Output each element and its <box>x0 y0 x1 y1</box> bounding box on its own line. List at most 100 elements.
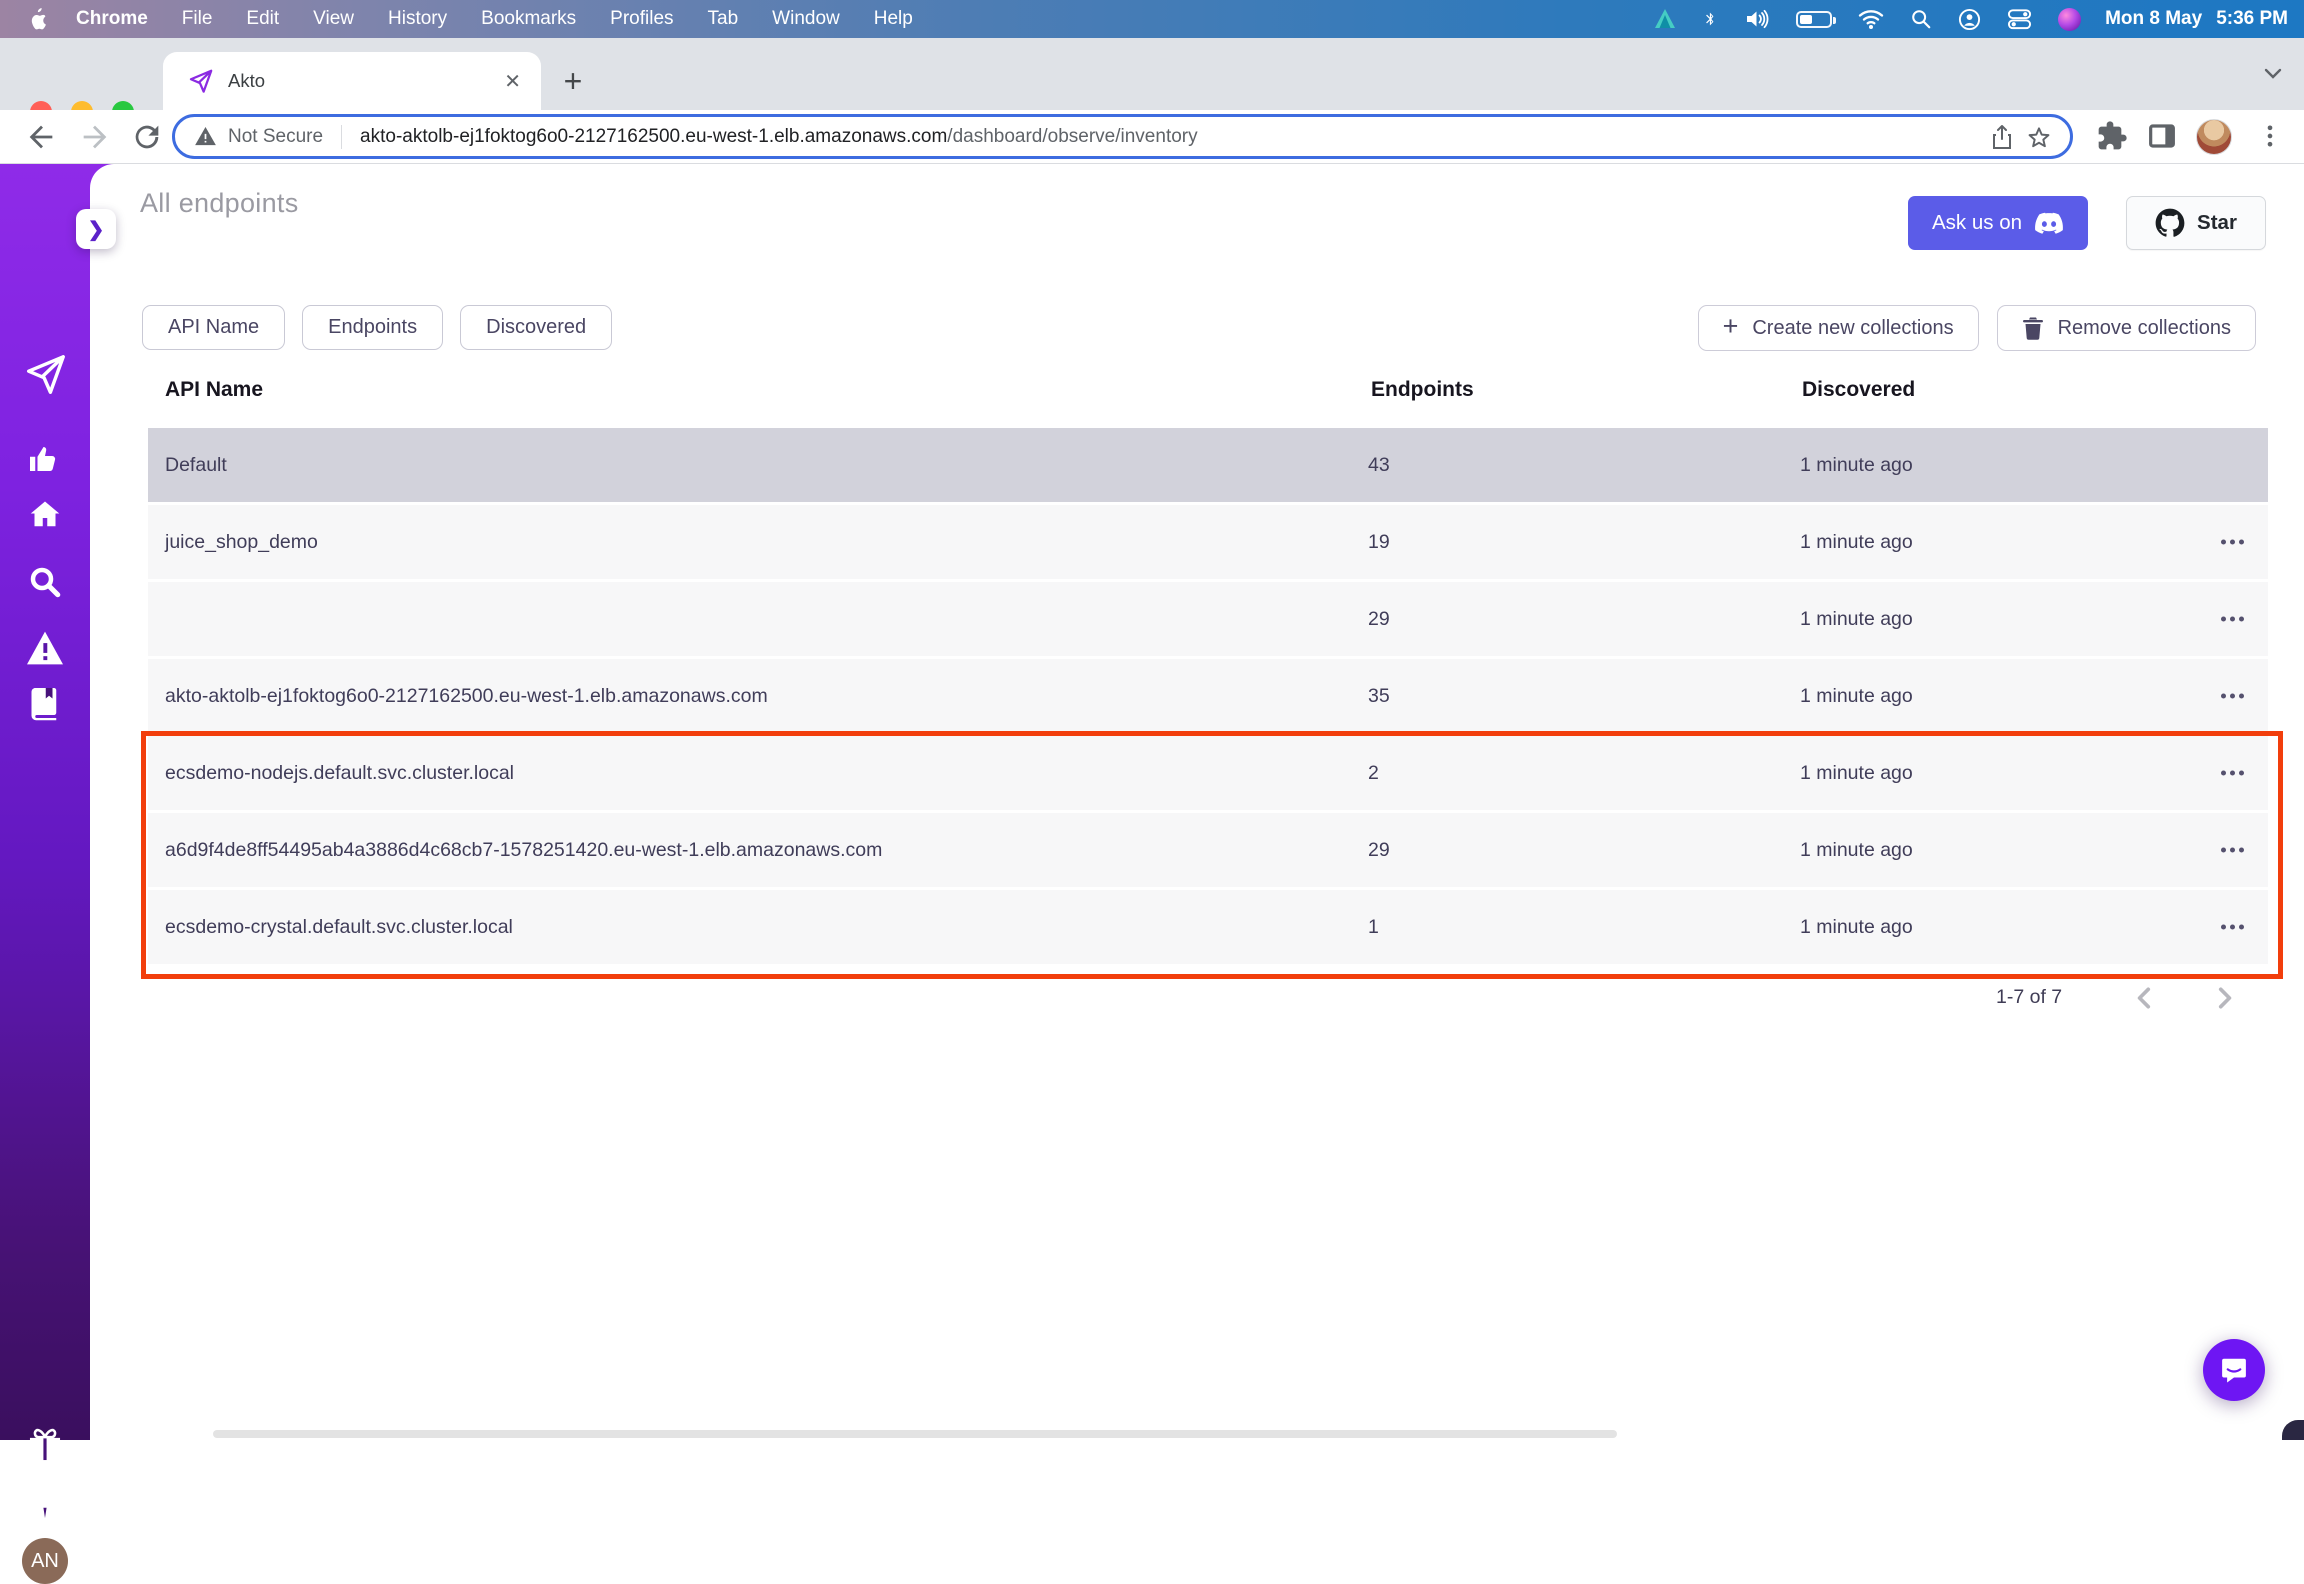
control-center-icon[interactable] <box>2007 8 2032 30</box>
create-collections-button[interactable]: + Create new collections <box>1698 305 1979 351</box>
tab-title: Akto <box>228 70 504 92</box>
row-discovered-time: 1 minute ago <box>1800 454 2268 477</box>
pagination-prev-icon[interactable] <box>2132 985 2158 1011</box>
row-endpoints-count: 35 <box>1368 685 1800 708</box>
sidebar-gift-icon[interactable] <box>26 1426 64 1464</box>
sidebar-item-issues-thumbs-up-icon[interactable] <box>27 441 63 477</box>
reload-button[interactable] <box>130 120 164 154</box>
row-menu-icon[interactable] <box>2221 925 2244 930</box>
filter-chip-api-name[interactable]: API Name <box>142 305 285 350</box>
row-endpoints-count: 29 <box>1368 608 1800 631</box>
volume-icon[interactable] <box>1744 7 1770 31</box>
table-row[interactable]: ecsdemo-nodejs.default.svc.cluster.local… <box>148 736 2268 810</box>
menubar-app-name[interactable]: Chrome <box>76 8 148 30</box>
table-row[interactable]: juice_shop_demo 19 1 minute ago <box>148 505 2268 579</box>
menubar-items: File Edit View History Bookmarks Profiles Tab W… <box>182 8 913 30</box>
spotlight-search-icon[interactable] <box>1910 8 1932 30</box>
sidebar-user-avatar[interactable]: AN <box>22 1538 68 1584</box>
chat-widget-button[interactable] <box>2203 1339 2265 1401</box>
row-api-name: akto-aktolb-ej1foktog6o0-2127162500.eu-w… <box>165 685 1368 708</box>
chat-bubble-icon <box>2219 1355 2249 1385</box>
table-row[interactable]: 29 1 minute ago <box>148 582 2268 656</box>
menu-item-bookmarks[interactable]: Bookmarks <box>481 8 576 30</box>
sidebar-item-alerts-warning-icon[interactable] <box>25 630 65 666</box>
trash-icon <box>2022 316 2044 340</box>
row-endpoints-count: 29 <box>1368 839 1800 862</box>
row-api-name: juice_shop_demo <box>165 531 1368 554</box>
forward-button[interactable] <box>78 120 112 154</box>
menu-item-window[interactable]: Window <box>772 8 840 30</box>
table-header: API Name Endpoints Discovered <box>90 378 2304 418</box>
table-rows: Default 43 1 minute ago juice_shop_demo … <box>148 428 2268 967</box>
filter-chip-discovered[interactable]: Discovered <box>460 305 612 350</box>
row-discovered-time: 1 minute ago <box>1800 762 2268 785</box>
row-menu-icon[interactable] <box>2221 694 2244 699</box>
discord-icon <box>2034 212 2064 234</box>
browser-tab-akto[interactable]: Akto ✕ <box>163 52 541 110</box>
address-bar[interactable]: Not Secure akto-aktolb-ej1foktog6o0-2127… <box>172 114 2073 159</box>
akto-logo[interactable] <box>22 352 68 398</box>
table-row[interactable]: Default 43 1 minute ago <box>148 428 2268 502</box>
page-title: All endpoints <box>140 188 299 219</box>
back-button[interactable] <box>24 120 58 154</box>
pagination-label: 1-7 of 7 <box>1996 986 2062 1009</box>
tab-search-chevron-icon[interactable] <box>2262 66 2284 82</box>
sidebar-item-home-icon[interactable] <box>26 497 64 533</box>
share-icon[interactable] <box>1990 124 2014 150</box>
user-account-icon[interactable] <box>1958 8 1981 31</box>
purple-orb-icon[interactable] <box>2058 8 2081 31</box>
bluetooth-icon[interactable] <box>1703 7 1718 31</box>
chrome-toolbar: Not Secure akto-aktolb-ej1foktog6o0-2127… <box>0 110 2304 164</box>
pagination-next-icon[interactable] <box>2211 985 2237 1011</box>
menu-item-help[interactable]: Help <box>874 8 913 30</box>
menu-item-edit[interactable]: Edit <box>246 8 279 30</box>
not-secure-warning-icon[interactable] <box>195 127 216 146</box>
wifi-icon[interactable] <box>1858 8 1884 30</box>
horizontal-scrollbar[interactable] <box>213 1430 1617 1438</box>
remove-collections-button[interactable]: Remove collections <box>1997 305 2256 351</box>
menu-item-view[interactable]: View <box>313 8 354 30</box>
profile-avatar[interactable] <box>2196 119 2232 155</box>
new-tab-button[interactable]: + <box>552 60 594 102</box>
menubar-time: 5:36 PM <box>2216 8 2288 30</box>
create-button-label: Create new collections <box>1752 317 1953 340</box>
bookmark-star-icon[interactable] <box>2026 124 2052 150</box>
menu-item-tab[interactable]: Tab <box>708 8 739 30</box>
column-header-endpoints[interactable]: Endpoints <box>1371 378 1474 402</box>
battery-icon[interactable] <box>1796 11 1832 28</box>
sidebar-item-docs-book-icon[interactable] <box>27 684 63 722</box>
column-header-discovered[interactable]: Discovered <box>1802 378 1915 402</box>
sidebar-detective-icon[interactable] <box>26 1484 64 1522</box>
table-row[interactable]: ecsdemo-crystal.default.svc.cluster.loca… <box>148 890 2268 964</box>
table-row[interactable]: akto-aktolb-ej1foktog6o0-2127162500.eu-w… <box>148 659 2268 733</box>
ask-us-discord-button[interactable]: Ask us on <box>1908 196 2088 250</box>
row-api-name: ecsdemo-crystal.default.svc.cluster.loca… <box>165 916 1368 939</box>
chrome-tab-strip: Akto ✕ + <box>0 38 2304 110</box>
menu-item-file[interactable]: File <box>182 8 213 30</box>
row-endpoints-count: 19 <box>1368 531 1800 554</box>
side-panel-icon[interactable] <box>2146 120 2178 152</box>
plus-icon: + <box>1723 313 1739 340</box>
github-star-button[interactable]: Star <box>2126 196 2266 250</box>
menu-item-history[interactable]: History <box>388 8 447 30</box>
akto-favicon <box>187 68 214 95</box>
menu-item-profiles[interactable]: Profiles <box>610 8 673 30</box>
table-row[interactable]: a6d9f4de8ff54495ab4a3886d4c68cb7-1578251… <box>148 813 2268 887</box>
extensions-icon[interactable] <box>2096 120 2128 152</box>
row-menu-icon[interactable] <box>2221 540 2244 545</box>
sidebar-expand-button[interactable]: ❯ <box>76 209 116 249</box>
browser-menu-icon[interactable] <box>2256 120 2284 152</box>
row-menu-icon[interactable] <box>2221 617 2244 622</box>
main-content: All endpoints Ask us on Star API Name End… <box>90 164 2304 1440</box>
apple-icon[interactable] <box>28 8 48 30</box>
url-text[interactable]: akto-aktolb-ej1foktog6o0-2127162500.eu-w… <box>360 126 1978 148</box>
filter-chip-endpoints[interactable]: Endpoints <box>302 305 443 350</box>
row-endpoints-count: 1 <box>1368 916 1800 939</box>
column-header-api-name[interactable]: API Name <box>165 378 263 402</box>
sidebar-item-search-icon[interactable] <box>27 564 63 600</box>
row-menu-icon[interactable] <box>2221 848 2244 853</box>
row-menu-icon[interactable] <box>2221 771 2244 776</box>
menubar-clock: Mon 8 May 5:36 PM <box>2105 8 2288 30</box>
triangle-app-icon[interactable] <box>1653 7 1677 31</box>
tab-close-icon[interactable]: ✕ <box>504 69 521 94</box>
